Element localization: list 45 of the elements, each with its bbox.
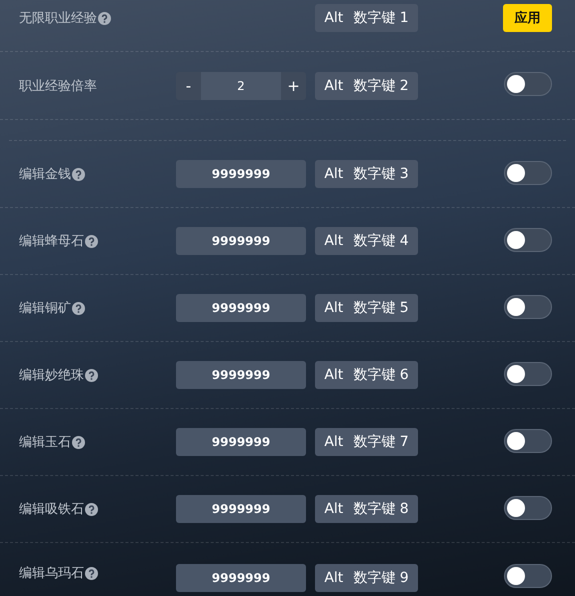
setting-label: 职业经验倍率 [19, 78, 97, 94]
help-icon[interactable] [85, 234, 98, 248]
hotkey-button[interactable]: Alt 数字键 7 [315, 428, 418, 456]
setting-label: 编辑乌玛石 [19, 565, 84, 582]
help-icon[interactable] [98, 12, 111, 24]
value-field[interactable]: 9999999 [176, 428, 306, 456]
value-field[interactable]: 9999999 [176, 361, 306, 389]
stepper-value[interactable]: 2 [201, 72, 281, 100]
hotkey-button[interactable]: Alt 数字键 6 [315, 361, 418, 389]
toggle-switch[interactable] [504, 228, 552, 252]
toggle-switch[interactable] [504, 496, 552, 520]
setting-label: 编辑蜂母石 [19, 233, 84, 250]
help-icon[interactable] [72, 168, 85, 180]
minus-button[interactable]: - [176, 72, 201, 100]
toggle-switch[interactable] [504, 362, 552, 386]
value-field[interactable]: 9999999 [176, 564, 306, 592]
value-field[interactable]: 9999999 [176, 294, 306, 322]
hotkey-button[interactable]: Alt 数字键 2 [315, 72, 418, 100]
toggle-switch[interactable] [504, 428, 552, 452]
help-icon[interactable] [85, 502, 98, 516]
setting-label: 编辑玉石 [19, 434, 71, 451]
hotkey-button[interactable]: Alt 数字键 8 [315, 495, 418, 523]
hotkey-button[interactable]: Alt 数字键 4 [315, 227, 418, 255]
hotkey-button[interactable]: Alt 数字键 3 [315, 160, 418, 188]
plus-button[interactable]: + [281, 72, 306, 100]
setting-label: 编辑金钱 [19, 166, 71, 183]
setting-label: 编辑妙绝珠 [19, 367, 84, 384]
toggle-switch[interactable] [504, 294, 552, 318]
help-icon[interactable] [85, 368, 98, 382]
toggle-switch[interactable] [504, 564, 552, 588]
value-field[interactable]: 9999999 [176, 160, 306, 188]
hotkey-button[interactable]: Alt 数字键 1 [315, 4, 418, 32]
setting-label: 编辑铜矿 [19, 300, 71, 317]
toggle-switch[interactable] [504, 160, 552, 184]
hotkey-button[interactable]: Alt 数字键 5 [315, 294, 418, 322]
hotkey-button[interactable]: Alt 数字键 9 [315, 564, 418, 592]
value-field[interactable]: 9999999 [176, 495, 306, 523]
help-icon[interactable] [72, 302, 85, 314]
value-field[interactable]: 9999999 [176, 227, 306, 255]
apply-button[interactable]: 应用 [503, 4, 552, 32]
setting-label: 无限职业经验 [19, 10, 97, 27]
help-icon[interactable] [72, 436, 85, 448]
setting-label: 编辑吸铁石 [19, 501, 84, 518]
help-icon[interactable] [85, 566, 98, 580]
toggle-switch[interactable] [504, 72, 552, 96]
